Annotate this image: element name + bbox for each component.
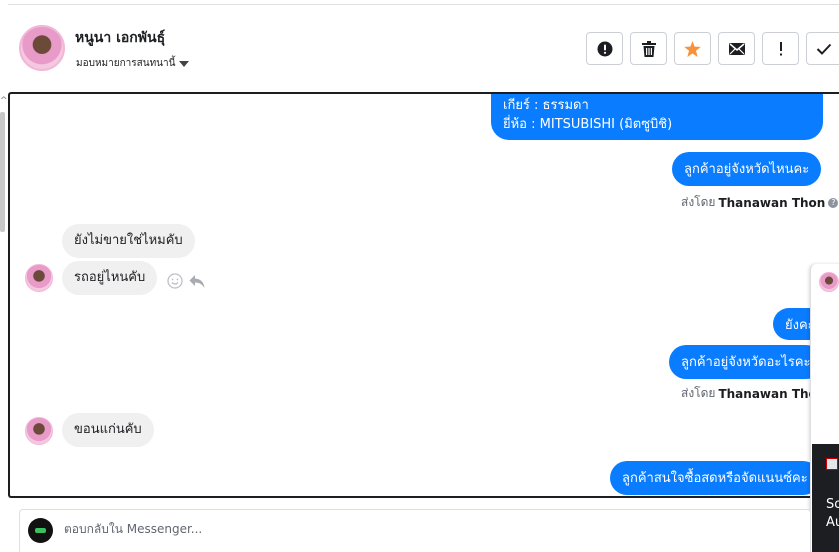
conversation-header: หนูนา เอกพันธุ์ มอบหมายการสนทนานี้: [9, 5, 839, 92]
scrollbar-thumb[interactable]: [0, 112, 5, 232]
sent-by-label: ส่งโดย Thanawan Thon: [681, 384, 825, 403]
incoming-message[interactable]: ยังไม่ขายใช่ไหมคับ: [62, 224, 195, 258]
trash-icon: [641, 40, 656, 57]
smiley-icon[interactable]: [167, 273, 183, 289]
caret-down-icon: [179, 60, 190, 67]
reply-composer: [19, 509, 811, 552]
assign-conversation-dropdown[interactable]: มอบหมายการสนทนานี้: [76, 56, 190, 71]
outgoing-message[interactable]: ลูกค้าสนใจซื้อสดหรือจัดแนนซ์คะ: [610, 461, 820, 495]
mark-done-button[interactable]: [806, 32, 839, 65]
left-gutter: [0, 0, 8, 552]
contact-avatar[interactable]: [19, 25, 65, 71]
envelope-icon: [728, 42, 745, 55]
popup-line: So: [826, 497, 839, 512]
message-tools: [167, 273, 205, 289]
message-line: เกียร์ : ธรรมดา: [503, 98, 589, 113]
incoming-message[interactable]: ขอนแก่นคับ: [62, 413, 154, 447]
star-button[interactable]: [674, 32, 711, 65]
incoming-message[interactable]: รถอยู่ไหนคับ: [62, 261, 158, 295]
outgoing-message[interactable]: ลูกค้าอยู่จังหวัดไหนคะ: [672, 152, 822, 186]
exclamation-icon: [779, 41, 782, 55]
contact-name[interactable]: หนูนา เอกพันธุ์: [75, 27, 165, 49]
question-icon[interactable]: ?: [828, 197, 839, 208]
mark-spam-button[interactable]: [586, 32, 623, 65]
page-avatar: [28, 518, 53, 543]
outgoing-message[interactable]: ลูกค้าอยู่จังหวัดอะไรคะ: [669, 345, 823, 379]
message-line: ยี่ห้อ : MITSUBISHI (มิตซูบิชิ): [503, 117, 673, 132]
header-actions: [586, 32, 839, 65]
star-icon: [684, 40, 701, 57]
exclamation-circle-icon: [597, 41, 612, 56]
contact-avatar-small[interactable]: [25, 417, 53, 445]
message-thread: เกียร์ : ธรรมดา ยี่ห้อ : MITSUBISHI (มิต…: [8, 92, 839, 498]
notification-popup[interactable]: So Au: [812, 444, 839, 552]
sent-by-prefix: ส่งโดย: [681, 195, 716, 209]
assign-label: มอบหมายการสนทนานี้: [76, 58, 176, 69]
delete-button[interactable]: [630, 32, 667, 65]
scroll-up-icon[interactable]: ^: [0, 96, 8, 106]
contact-avatar-small[interactable]: [25, 264, 53, 292]
follow-up-button[interactable]: [762, 32, 799, 65]
outgoing-message[interactable]: เกียร์ : ธรรมดา ยี่ห้อ : MITSUBISHI (มิต…: [491, 94, 823, 140]
checkmark-icon: [816, 43, 832, 55]
sent-by-prefix: ส่งโดย: [681, 386, 716, 400]
reply-icon[interactable]: [189, 274, 205, 289]
reply-input[interactable]: [64, 522, 764, 536]
mark-unread-button[interactable]: [718, 32, 755, 65]
popup-line: Au: [826, 515, 839, 530]
sent-by-label: ส่งโดย Thanawan Thon ?: [681, 193, 839, 212]
messenger-inbox: ^ หนูนา เอกพันธุ์ มอบหมายการสนทนานี้ เกี…: [0, 0, 839, 552]
app-icon: [826, 458, 838, 470]
chat-head-avatar[interactable]: [819, 272, 839, 292]
sender-name[interactable]: Thanawan Thon: [718, 196, 825, 210]
